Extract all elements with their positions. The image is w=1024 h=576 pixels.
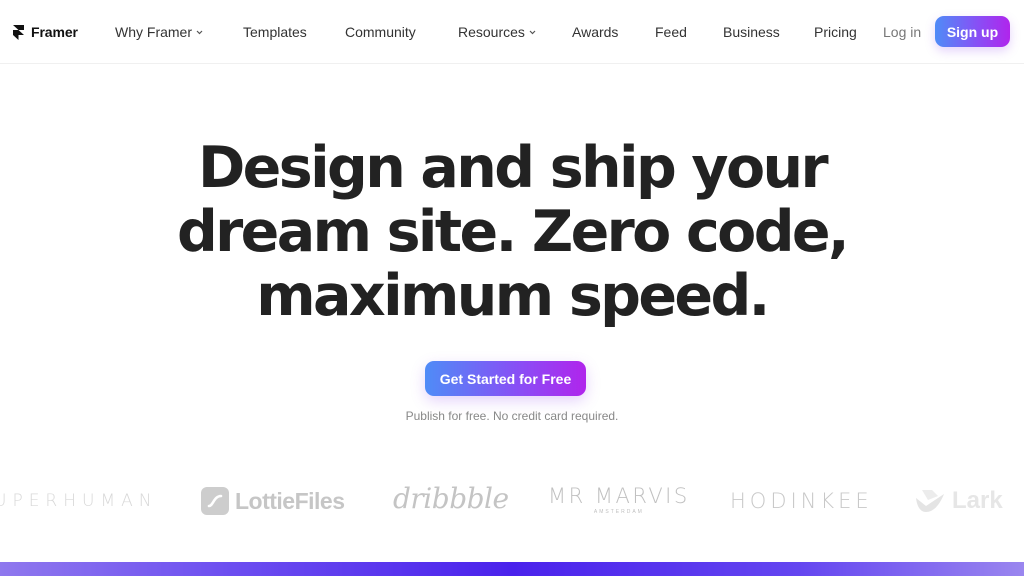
- dribbble-logo: dribbble: [393, 482, 509, 515]
- chevron-down-icon: [196, 30, 203, 34]
- top-navigation: Framer Why Framer Templates Community Re…: [0, 0, 1024, 64]
- nav-item-feed[interactable]: Feed: [655, 22, 687, 42]
- hodinkee-logo: HODINKEE: [730, 489, 873, 513]
- nav-item-label: Business: [723, 24, 780, 40]
- hero-subtext: Publish for free. No credit card require…: [405, 409, 619, 423]
- hero-headline-line: dream site. Zero code,: [176, 199, 850, 265]
- nav-item-why-framer[interactable]: Why Framer: [115, 22, 203, 42]
- nav-item-community[interactable]: Community: [345, 22, 416, 42]
- nav-item-awards[interactable]: Awards: [572, 22, 618, 42]
- lark-bird-icon: [916, 490, 944, 512]
- mr-marvis-logo: MR MARVIS AMSTERDAM: [548, 484, 690, 515]
- logo-text: LottieFiles: [235, 487, 345, 514]
- customer-logo-strip: UPERHUMAN LottieFiles dribbble MR MARVIS…: [0, 478, 1024, 528]
- login-link[interactable]: Log in: [883, 22, 921, 42]
- lottiefiles-icon: [201, 487, 229, 515]
- nav-item-templates[interactable]: Templates: [243, 22, 307, 42]
- logo-text: dribbble: [393, 482, 509, 515]
- logo-text: Lark: [952, 487, 1003, 514]
- nav-item-business[interactable]: Business: [723, 22, 780, 42]
- nav-item-label: Community: [345, 24, 416, 40]
- signup-button[interactable]: Sign up: [935, 16, 1010, 47]
- nav-item-label: Pricing: [814, 24, 857, 40]
- nav-item-label: Templates: [243, 24, 307, 40]
- nav-item-label: Why Framer: [115, 24, 192, 40]
- framer-logo-link[interactable]: Framer: [13, 22, 78, 42]
- lottiefiles-logo: LottieFiles: [201, 487, 345, 515]
- nav-item-label: Feed: [655, 24, 687, 40]
- nav-item-label: Resources: [458, 24, 525, 40]
- nav-item-pricing[interactable]: Pricing: [814, 22, 857, 42]
- logo-text: UPERHUMAN: [0, 491, 158, 511]
- chevron-down-icon: [529, 30, 536, 34]
- hero-headline: Design and ship your dream site. Zero co…: [0, 136, 1024, 328]
- superhuman-logo: UPERHUMAN: [0, 491, 158, 511]
- logo-text: HODINKEE: [730, 489, 873, 513]
- hero-headline-line: Design and ship your: [197, 135, 829, 201]
- brand-name: Framer: [31, 24, 78, 40]
- gradient-band: [0, 562, 1024, 576]
- logo-text: MR MARVIS: [548, 484, 690, 508]
- framer-logo-icon: [13, 24, 24, 40]
- nav-item-label: Awards: [572, 24, 619, 40]
- get-started-button[interactable]: Get Started for Free: [425, 361, 586, 396]
- logo-subtitle: AMSTERDAM: [593, 509, 644, 515]
- lark-logo: Lark: [914, 487, 1003, 515]
- nav-item-resources[interactable]: Resources: [458, 22, 536, 42]
- hero-headline-line: maximum speed.: [256, 263, 770, 329]
